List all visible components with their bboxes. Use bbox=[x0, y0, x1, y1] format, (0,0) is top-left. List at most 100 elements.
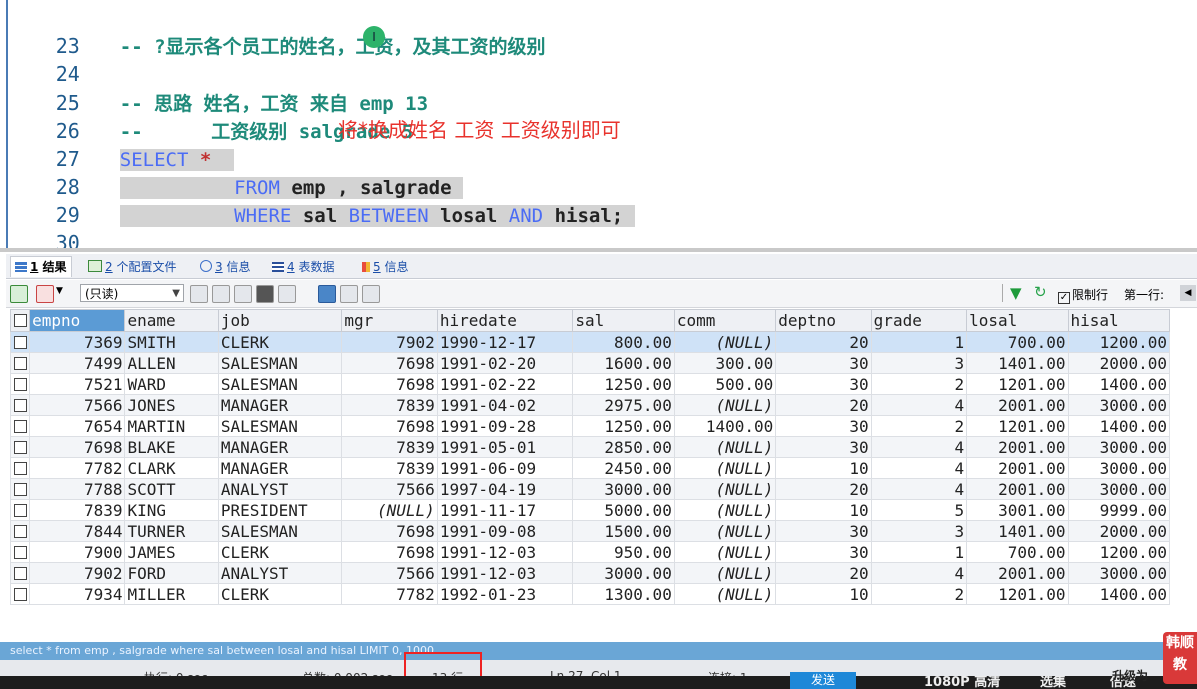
cell-grade[interactable]: 3 bbox=[870, 352, 968, 374]
cell-ename[interactable]: MILLER bbox=[124, 583, 219, 605]
cell-mgr[interactable]: 7782 bbox=[341, 583, 438, 605]
cell-empno[interactable]: 7902 bbox=[29, 562, 126, 584]
table-row[interactable]: 7369 SMITH CLERK 7902 1990-12-17 800.00 (NULL)… bbox=[9, 331, 1171, 353]
cell-deptno[interactable]: 30 bbox=[775, 541, 872, 563]
cell-losal[interactable]: 2001.00 bbox=[966, 478, 1069, 500]
cell-hiredate[interactable]: 1991-02-22 bbox=[436, 373, 574, 395]
cell-grade[interactable]: 2 bbox=[870, 583, 968, 605]
table-row[interactable]: 7839 KING PRESIDENT (NULL) 1991-11-17 5000.00… bbox=[9, 499, 1171, 521]
readonly-select[interactable]: (只读) ▼ bbox=[80, 284, 184, 302]
cell-hisal[interactable]: 3000.00 bbox=[1067, 478, 1171, 500]
cell-deptno[interactable]: 20 bbox=[775, 478, 872, 500]
column-header[interactable]: mgr bbox=[341, 309, 438, 332]
cell-grade[interactable]: 5 bbox=[870, 499, 968, 521]
row-checkbox[interactable] bbox=[9, 520, 31, 542]
cell-comm[interactable]: 300.00 bbox=[673, 352, 777, 374]
table-row[interactable]: 7654 MARTIN SALESMAN 7698 1991-09-28 1250.00 1… bbox=[9, 415, 1171, 437]
cell-hiredate[interactable]: 1997-04-19 bbox=[436, 478, 574, 500]
column-header[interactable]: empno bbox=[29, 309, 126, 332]
cell-mgr[interactable]: 7698 bbox=[341, 373, 438, 395]
cell-empno[interactable]: 7782 bbox=[29, 457, 126, 479]
grid-view-icon[interactable] bbox=[318, 285, 336, 303]
cell-grade[interactable]: 2 bbox=[870, 373, 968, 395]
cell-mgr[interactable]: 7698 bbox=[341, 415, 438, 437]
cell-hiredate[interactable]: 1991-05-01 bbox=[436, 436, 574, 458]
cell-job[interactable]: CLERK bbox=[217, 331, 343, 353]
cell-comm[interactable]: (NULL) bbox=[673, 583, 777, 605]
cell-losal[interactable]: 1401.00 bbox=[966, 520, 1069, 542]
cell-empno[interactable]: 7788 bbox=[29, 478, 126, 500]
cell-ename[interactable]: SCOTT bbox=[124, 478, 219, 500]
cell-hiredate[interactable]: 1991-12-03 bbox=[436, 541, 574, 563]
row-checkbox[interactable] bbox=[9, 373, 31, 395]
cell-job[interactable]: SALESMAN bbox=[217, 373, 343, 395]
episodes-button[interactable]: 选集 bbox=[1040, 676, 1066, 689]
cell-ename[interactable]: FORD bbox=[124, 562, 219, 584]
cell-comm[interactable]: (NULL) bbox=[673, 541, 777, 563]
cell-grade[interactable]: 4 bbox=[870, 562, 968, 584]
cell-losal[interactable]: 1201.00 bbox=[966, 583, 1069, 605]
table-row[interactable]: 7566 JONES MANAGER 7839 1991-04-02 2975.00 (NU… bbox=[9, 394, 1171, 416]
cell-job[interactable]: MANAGER bbox=[217, 394, 343, 416]
cell-empno[interactable]: 7698 bbox=[29, 436, 126, 458]
cell-hisal[interactable]: 1200.00 bbox=[1067, 541, 1171, 563]
cell-hiredate[interactable]: 1990-12-17 bbox=[436, 331, 574, 353]
cell-hisal[interactable]: 3000.00 bbox=[1067, 436, 1171, 458]
cell-comm[interactable]: (NULL) bbox=[673, 499, 777, 521]
cell-losal[interactable]: 2001.00 bbox=[966, 562, 1069, 584]
cell-grade[interactable]: 4 bbox=[870, 457, 968, 479]
cell-hiredate[interactable]: 1991-09-28 bbox=[436, 415, 574, 437]
cell-comm[interactable]: (NULL) bbox=[673, 520, 777, 542]
cell-mgr[interactable]: (NULL) bbox=[341, 499, 438, 521]
cell-comm[interactable]: (NULL) bbox=[673, 331, 777, 353]
delete-icon[interactable] bbox=[256, 285, 274, 303]
cell-hiredate[interactable]: 1991-06-09 bbox=[436, 457, 574, 479]
cell-hisal[interactable]: 1400.00 bbox=[1067, 373, 1171, 395]
cell-job[interactable]: SALESMAN bbox=[217, 415, 343, 437]
cell-grade[interactable]: 1 bbox=[870, 541, 968, 563]
table-row[interactable]: 7698 BLAKE MANAGER 7839 1991-05-01 2850.00 (NU… bbox=[9, 436, 1171, 458]
cell-sal[interactable]: 800.00 bbox=[572, 331, 675, 353]
cell-deptno[interactable]: 30 bbox=[775, 520, 872, 542]
cell-deptno[interactable]: 30 bbox=[775, 436, 872, 458]
cell-losal[interactable]: 1201.00 bbox=[966, 373, 1069, 395]
cell-sal[interactable]: 2850.00 bbox=[572, 436, 675, 458]
cell-hiredate[interactable]: 1991-09-08 bbox=[436, 520, 574, 542]
cell-sal[interactable]: 1600.00 bbox=[572, 352, 675, 374]
column-header[interactable]: ename bbox=[124, 309, 219, 332]
cell-mgr[interactable]: 7902 bbox=[341, 331, 438, 353]
cell-sal[interactable]: 2975.00 bbox=[572, 394, 675, 416]
cell-sal[interactable]: 1250.00 bbox=[572, 373, 675, 395]
cell-empno[interactable]: 7521 bbox=[29, 373, 126, 395]
row-checkbox[interactable] bbox=[9, 499, 31, 521]
chevron-down-icon[interactable]: ▼ bbox=[56, 286, 63, 296]
row-checkbox[interactable] bbox=[9, 331, 31, 353]
cell-job[interactable]: SALESMAN bbox=[217, 520, 343, 542]
tab-table-data[interactable]: 4 表数据 bbox=[268, 257, 338, 277]
cell-losal[interactable]: 2001.00 bbox=[966, 394, 1069, 416]
table-row[interactable]: 7788 SCOTT ANALYST 7566 1997-04-19 3000.00 (NU… bbox=[9, 478, 1171, 500]
cell-sal[interactable]: 2450.00 bbox=[572, 457, 675, 479]
cell-mgr[interactable]: 7839 bbox=[341, 394, 438, 416]
select-all-checkbox[interactable] bbox=[9, 309, 31, 332]
cell-ename[interactable]: WARD bbox=[124, 373, 219, 395]
cell-hisal[interactable]: 1200.00 bbox=[1067, 331, 1171, 353]
refresh-icon[interactable] bbox=[278, 285, 296, 303]
cell-ename[interactable]: KING bbox=[124, 499, 219, 521]
cell-deptno[interactable]: 10 bbox=[775, 499, 872, 521]
tab-result[interactable]: 1 结果 bbox=[10, 256, 72, 277]
row-checkbox[interactable] bbox=[9, 478, 31, 500]
cell-comm[interactable]: 500.00 bbox=[673, 373, 777, 395]
cell-hisal[interactable]: 3000.00 bbox=[1067, 457, 1171, 479]
cell-grade[interactable]: 3 bbox=[870, 520, 968, 542]
cell-grade[interactable]: 4 bbox=[870, 436, 968, 458]
cell-sal[interactable]: 950.00 bbox=[572, 541, 675, 563]
cell-losal[interactable]: 700.00 bbox=[966, 541, 1069, 563]
table-row[interactable]: 7499 ALLEN SALESMAN 7698 1991-02-20 1600.00 30… bbox=[9, 352, 1171, 374]
column-header[interactable]: comm bbox=[673, 309, 777, 332]
cell-empno[interactable]: 7369 bbox=[29, 331, 126, 353]
cell-job[interactable]: ANALYST bbox=[217, 562, 343, 584]
pane-splitter[interactable] bbox=[0, 248, 1197, 252]
column-header[interactable]: job bbox=[217, 309, 343, 332]
cell-hiredate[interactable]: 1991-11-17 bbox=[436, 499, 574, 521]
